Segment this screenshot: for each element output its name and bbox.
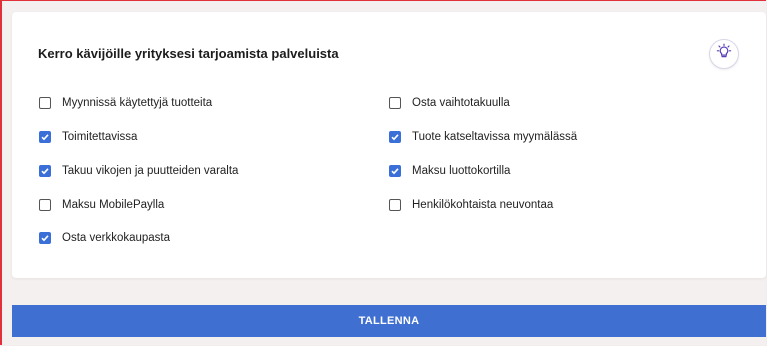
option-label: Osta vaihtotakuulla (412, 97, 510, 109)
checkbox[interactable] (39, 232, 51, 244)
option-deliverable[interactable]: Toimitettavissa (39, 128, 137, 146)
option-used-products[interactable]: Myynnissä käytettyjä tuotteita (39, 94, 212, 112)
services-card: Kerro kävijöille yrityksesi tarjoamista … (12, 12, 766, 278)
option-label: Toimitettavissa (62, 131, 138, 143)
checkmark-icon (41, 168, 49, 175)
card-title: Kerro kävijöille yrityksesi tarjoamista … (38, 46, 339, 61)
checkmark-icon (391, 134, 399, 141)
tip-button[interactable] (709, 39, 739, 69)
option-viewable-in-store[interactable]: Tuote katseltavissa myymälässä (389, 128, 577, 146)
checkbox[interactable] (39, 131, 51, 143)
option-label: Maksu luottokortilla (412, 165, 511, 177)
lightbulb-icon (715, 43, 733, 66)
option-label: Henkilökohtaista neuvontaa (412, 199, 554, 211)
checkbox[interactable] (389, 165, 401, 177)
option-personal-advice[interactable]: Henkilökohtaista neuvontaa (389, 196, 553, 214)
option-label: Maksu MobilePaylla (62, 199, 165, 211)
option-warranty[interactable]: Takuu vikojen ja puutteiden varalta (39, 162, 238, 180)
option-label: Myynnissä käytettyjä tuotteita (62, 97, 213, 109)
save-button[interactable]: TALLENNA (12, 305, 766, 337)
checkmark-icon (41, 235, 49, 242)
checkbox[interactable] (39, 97, 51, 109)
option-webshop[interactable]: Osta verkkokaupasta (39, 229, 170, 247)
checkbox[interactable] (389, 97, 401, 109)
checkbox[interactable] (39, 199, 51, 211)
checkbox[interactable] (389, 131, 401, 143)
option-label: Takuu vikojen ja puutteiden varalta (62, 165, 239, 177)
checkbox[interactable] (39, 165, 51, 177)
option-credit-card[interactable]: Maksu luottokortilla (389, 162, 510, 180)
option-exchange-guarantee[interactable]: Osta vaihtotakuulla (389, 94, 510, 112)
option-mobilepay[interactable]: Maksu MobilePaylla (39, 196, 164, 214)
option-label: Tuote katseltavissa myymälässä (412, 131, 578, 143)
checkmark-icon (391, 168, 399, 175)
option-label: Osta verkkokaupasta (62, 232, 171, 244)
checkbox[interactable] (389, 199, 401, 211)
checkmark-icon (41, 134, 49, 141)
